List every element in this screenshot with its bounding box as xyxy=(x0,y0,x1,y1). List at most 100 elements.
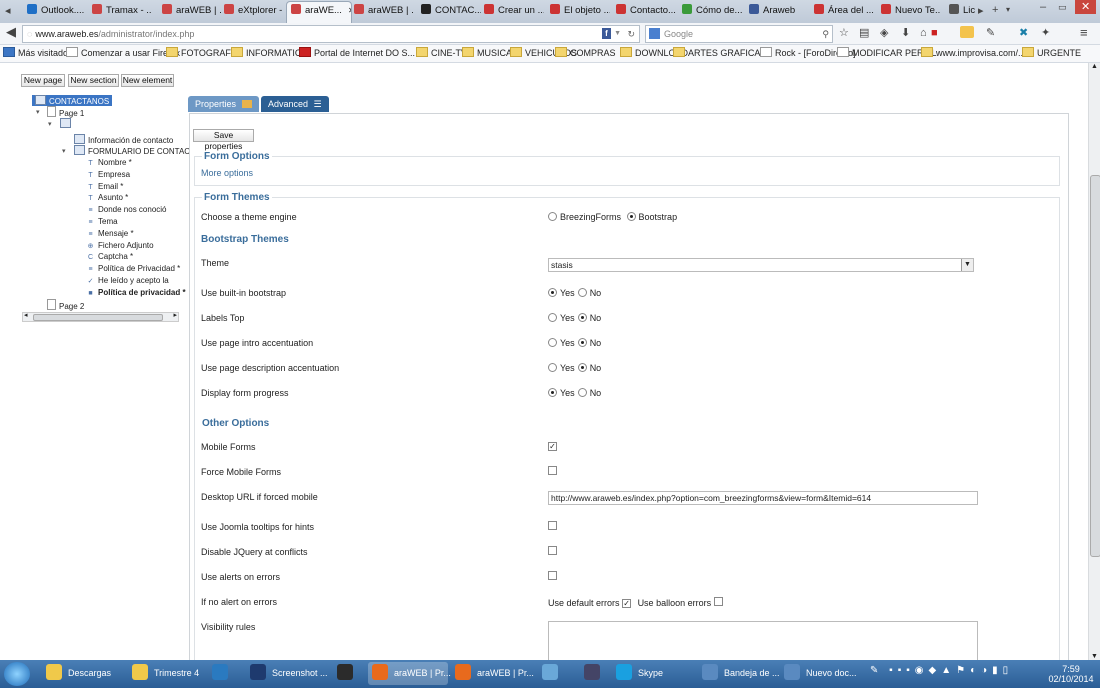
yes-radio[interactable] xyxy=(548,363,557,372)
wand-icon[interactable]: ✦ xyxy=(1041,26,1050,40)
close-window-icon[interactable]: ✕ xyxy=(1075,0,1097,14)
addon-x-icon[interactable]: ✖ xyxy=(1019,26,1028,40)
star-icon[interactable]: ☆ xyxy=(839,26,849,40)
scroll-up-icon[interactable]: ▲ xyxy=(1091,63,1098,70)
browser-tab[interactable]: Crear un ... xyxy=(480,2,544,21)
tree-element[interactable]: T Asunto * xyxy=(86,192,128,203)
taskbar-item[interactable] xyxy=(208,662,240,685)
balloon-errors-checkbox[interactable] xyxy=(713,597,723,606)
scroll-thumb[interactable] xyxy=(33,314,163,321)
collapse-toggle-icon[interactable]: ▾ xyxy=(36,108,40,116)
more-options-link[interactable]: More options xyxy=(201,168,253,178)
no-radio[interactable] xyxy=(577,313,587,322)
no-radio[interactable] xyxy=(577,338,587,347)
scroll-down-icon[interactable]: ▼ xyxy=(1091,653,1098,660)
start-button[interactable] xyxy=(4,662,30,686)
download-icon[interactable]: ⬇ xyxy=(901,26,910,40)
desktop-url-input[interactable]: http://www.araweb.es/index.php?option=co… xyxy=(548,491,978,505)
no-radio[interactable] xyxy=(577,388,587,397)
tree-element[interactable]: T Nombre * xyxy=(86,157,131,168)
collapse-toggle-icon[interactable]: ▾ xyxy=(62,147,66,155)
tree-horizontal-scrollbar[interactable]: ◂ ▸ xyxy=(22,312,179,322)
minimize-icon[interactable]: – xyxy=(1040,0,1046,14)
tree-element[interactable]: ■ Política de privacidad * xyxy=(86,287,185,298)
tree-element[interactable]: ⊕ Fichero Adjunto xyxy=(86,240,154,251)
tree-root[interactable]: CONTACTANOS xyxy=(32,95,113,106)
browser-tab[interactable]: Araweb xyxy=(745,2,809,21)
bookmark-item[interactable]: www.improvisa.com/... xyxy=(921,45,1026,62)
tab-scroll-right-icon[interactable]: ▸ xyxy=(978,4,984,18)
back-icon[interactable]: ◀ xyxy=(6,25,16,39)
yes-radio[interactable] xyxy=(548,288,557,297)
clock[interactable]: 7:59 02/10/2014 xyxy=(1046,664,1096,684)
url-bar[interactable]: ◌ www.araweb.es/administrator/index.php ↻… xyxy=(22,25,640,43)
scroll-right-icon[interactable]: ▸ xyxy=(173,311,177,319)
menu-icon[interactable]: ≡ xyxy=(1080,26,1088,40)
bookmark-item[interactable]: Más visitados xyxy=(3,45,73,62)
reading-list-icon[interactable]: ▤ xyxy=(859,26,869,40)
page-vertical-scrollbar[interactable]: ▲ ▼ xyxy=(1088,63,1100,660)
disable-jquery-checkbox[interactable] xyxy=(548,546,557,555)
bookmark-item[interactable]: Portal de Internet DO S... xyxy=(299,45,415,62)
browser-tab[interactable]: Outlook.... xyxy=(23,2,87,21)
collapse-toggle-icon[interactable]: ▾ xyxy=(48,120,52,128)
browser-tab[interactable]: araWEB | ... xyxy=(350,2,414,21)
browser-tab[interactable]: araWE...✕ xyxy=(286,1,352,24)
yes-radio[interactable] xyxy=(548,313,557,322)
tab-properties[interactable]: Properties xyxy=(188,96,259,112)
tray-icons[interactable]: ▪▪▪◉◆▲⚑◐◑▮▯ xyxy=(889,665,1013,676)
save-properties-button[interactable]: Save properties xyxy=(193,129,254,151)
browser-tab[interactable]: eXtplorer - xyxy=(220,2,284,21)
taskbar-item[interactable] xyxy=(538,662,576,685)
engine-breezingforms-radio[interactable] xyxy=(548,212,557,221)
home-icon[interactable]: ⌂ xyxy=(920,26,927,40)
taskbar-item[interactable]: Nuevo doc... xyxy=(780,662,860,685)
tree-element[interactable]: T Empresa xyxy=(86,169,130,180)
taskbar-item[interactable]: araWEB | Pr... xyxy=(451,662,534,685)
taskbar-item[interactable]: Trimestre 4 xyxy=(128,662,206,685)
tree-element[interactable]: C Captcha * xyxy=(86,251,133,262)
browser-tab[interactable]: Cómo de... xyxy=(678,2,742,21)
tray-pen-icon[interactable]: ✎ xyxy=(870,665,878,676)
bookmark-item[interactable]: URGENTE xyxy=(1022,45,1081,62)
shield-icon[interactable]: ◈ xyxy=(880,26,888,40)
bookmark-item[interactable]: INFORMATICA xyxy=(231,45,307,62)
chevron-down-icon[interactable]: ▼ xyxy=(961,259,973,271)
tree-formulario[interactable]: FORMULARIO DE CONTACTO xyxy=(74,145,201,156)
taskbar-item[interactable] xyxy=(333,662,365,685)
no-radio[interactable] xyxy=(577,363,587,372)
taskbar-item[interactable]: araWEB | Pr... xyxy=(368,662,451,685)
bookmark-item[interactable]: ARTES GRAFICAS xyxy=(673,45,766,62)
reload-icon[interactable]: ↻ xyxy=(627,26,635,42)
browser-tab[interactable]: Nuevo Te... xyxy=(877,2,941,21)
bookmark-item[interactable]: FOTOGRAFIA xyxy=(166,45,239,62)
force-mobile-checkbox[interactable] xyxy=(548,466,557,475)
addon-mail-icon[interactable] xyxy=(960,26,974,38)
tree-element[interactable]: ✓ He leído y acepto la xyxy=(86,275,169,286)
tree-section[interactable] xyxy=(60,118,74,129)
alerts-errors-checkbox[interactable] xyxy=(548,571,557,580)
default-errors-checkbox[interactable]: ✓ xyxy=(622,599,632,608)
new-section-button[interactable]: New section xyxy=(68,74,119,87)
browser-tab[interactable]: Contacto... xyxy=(612,2,676,21)
tree-page-1[interactable]: Page 1 xyxy=(47,106,84,118)
browser-tab[interactable]: Tramax - ... xyxy=(88,2,152,21)
browser-tab[interactable]: Lic xyxy=(945,2,975,21)
new-page-button[interactable]: New page xyxy=(21,74,65,87)
yes-radio[interactable] xyxy=(548,388,557,397)
tree-element[interactable]: ≡ Donde nos conoció xyxy=(86,204,166,215)
tab-scroll-left-icon[interactable]: ◂ xyxy=(5,4,11,18)
bookmark-item[interactable]: MUSICA xyxy=(462,45,512,62)
new-element-button[interactable]: New element xyxy=(121,74,174,87)
engine-bootstrap-radio[interactable] xyxy=(626,212,636,221)
taskbar-item[interactable]: Skype xyxy=(612,662,692,685)
new-tab-icon[interactable]: + xyxy=(992,3,998,17)
search-input[interactable]: Google ⚲ xyxy=(645,25,833,43)
taskbar-item[interactable]: Bandeja de ... xyxy=(698,662,780,685)
pen-icon[interactable]: ✎ xyxy=(986,26,995,40)
no-radio[interactable] xyxy=(577,288,587,297)
bookmark-item[interactable]: COMPRAS xyxy=(555,45,616,62)
tab-advanced[interactable]: Advanced ☰ xyxy=(261,96,329,112)
yes-radio[interactable] xyxy=(548,338,557,347)
browser-tab[interactable]: araWEB | ... xyxy=(158,2,222,21)
